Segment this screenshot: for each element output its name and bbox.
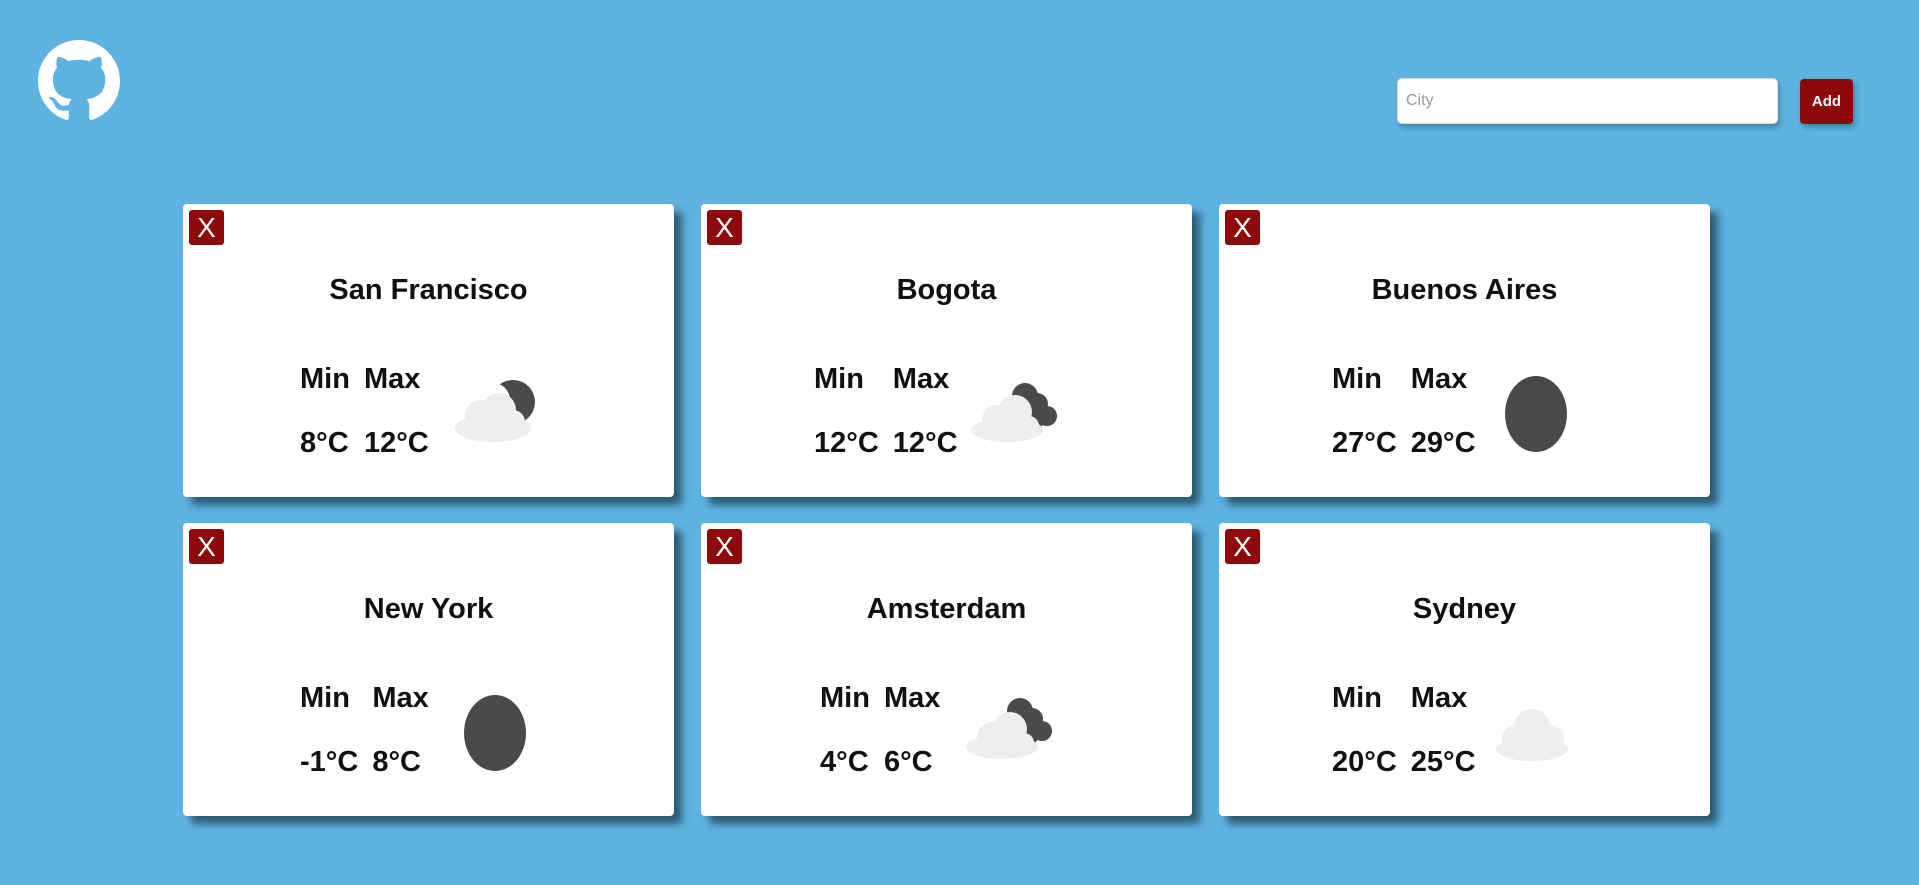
min-temp: 12°C bbox=[814, 427, 879, 459]
temperature-table: Min Max -1°C 8°C bbox=[300, 681, 429, 779]
remove-city-button[interactable]: X bbox=[189, 529, 224, 564]
min-temp: -1°C bbox=[300, 746, 359, 778]
city-name: Buenos Aires bbox=[1371, 274, 1558, 306]
remove-city-button[interactable]: X bbox=[189, 210, 224, 245]
remove-city-button[interactable]: X bbox=[1225, 529, 1260, 564]
weather-card-san-francisco: X San Francisco Min Max 8°C 12°C bbox=[183, 204, 674, 497]
min-temp: 4°C bbox=[820, 746, 869, 778]
weather-card-amsterdam: X Amsterdam Min Max 4°C 6°C bbox=[701, 523, 1192, 816]
min-label: Min bbox=[820, 682, 870, 714]
clear-night-icon bbox=[464, 695, 526, 771]
temperature-table: Min Max 27°C 29°C bbox=[1332, 362, 1476, 460]
max-label: Max bbox=[363, 363, 421, 395]
min-temp: 20°C bbox=[1332, 746, 1397, 778]
max-temp: 25°C bbox=[1410, 746, 1476, 778]
temperature-table: Min Max 4°C 6°C bbox=[820, 681, 940, 779]
city-search-input[interactable] bbox=[1397, 78, 1778, 124]
city-name: Sydney bbox=[1412, 593, 1517, 625]
min-label: Min bbox=[1332, 682, 1382, 714]
cloud-icon bbox=[1496, 709, 1568, 761]
temperature-table: Min Max 8°C 12°C bbox=[300, 362, 429, 460]
max-temp: 6°C bbox=[883, 746, 933, 778]
remove-city-button[interactable]: X bbox=[1225, 210, 1260, 245]
min-temp: 8°C bbox=[300, 427, 349, 459]
weather-card-bogota: X Bogota Min Max 12°C 12°C bbox=[701, 204, 1192, 497]
min-temp: 27°C bbox=[1332, 427, 1397, 459]
min-label: Min bbox=[300, 682, 350, 714]
temperature-table: Min Max 12°C 12°C bbox=[814, 362, 958, 460]
city-name: San Francisco bbox=[329, 274, 528, 306]
max-label: Max bbox=[1410, 363, 1468, 395]
max-label: Max bbox=[1410, 682, 1468, 714]
city-name: Amsterdam bbox=[866, 593, 1027, 625]
min-label: Min bbox=[300, 363, 350, 395]
remove-city-button[interactable]: X bbox=[707, 210, 742, 245]
top-bar: Add bbox=[0, 0, 1919, 160]
add-city-button[interactable]: Add bbox=[1800, 79, 1853, 124]
clear-night-icon bbox=[1505, 376, 1567, 452]
max-temp: 12°C bbox=[892, 427, 958, 459]
max-label: Max bbox=[892, 363, 950, 395]
temperature-table: Min Max 20°C 25°C bbox=[1332, 681, 1476, 779]
max-label: Max bbox=[372, 682, 429, 714]
min-label: Min bbox=[814, 363, 864, 395]
weather-card-sydney: X Sydney Min Max 20°C 25°C bbox=[1219, 523, 1710, 816]
weather-card-grid: X San Francisco Min Max 8°C 12°C X Bogot… bbox=[183, 204, 1710, 816]
partly-cloudy-night-icon bbox=[455, 380, 535, 442]
github-icon[interactable] bbox=[38, 40, 120, 122]
remove-city-button[interactable]: X bbox=[707, 529, 742, 564]
cloudy-night-icon bbox=[971, 383, 1057, 442]
max-label: Max bbox=[883, 682, 941, 714]
cloudy-night-icon bbox=[966, 698, 1052, 759]
max-temp: 12°C bbox=[363, 427, 429, 459]
max-temp: 8°C bbox=[372, 746, 421, 778]
city-name: New York bbox=[363, 593, 494, 625]
max-temp: 29°C bbox=[1410, 427, 1476, 459]
city-name: Bogota bbox=[896, 274, 997, 306]
weather-card-new-york: X New York Min Max -1°C 8°C bbox=[183, 523, 674, 816]
weather-card-buenos-aires: X Buenos Aires Min Max 27°C 29°C bbox=[1219, 204, 1710, 497]
min-label: Min bbox=[1332, 363, 1382, 395]
